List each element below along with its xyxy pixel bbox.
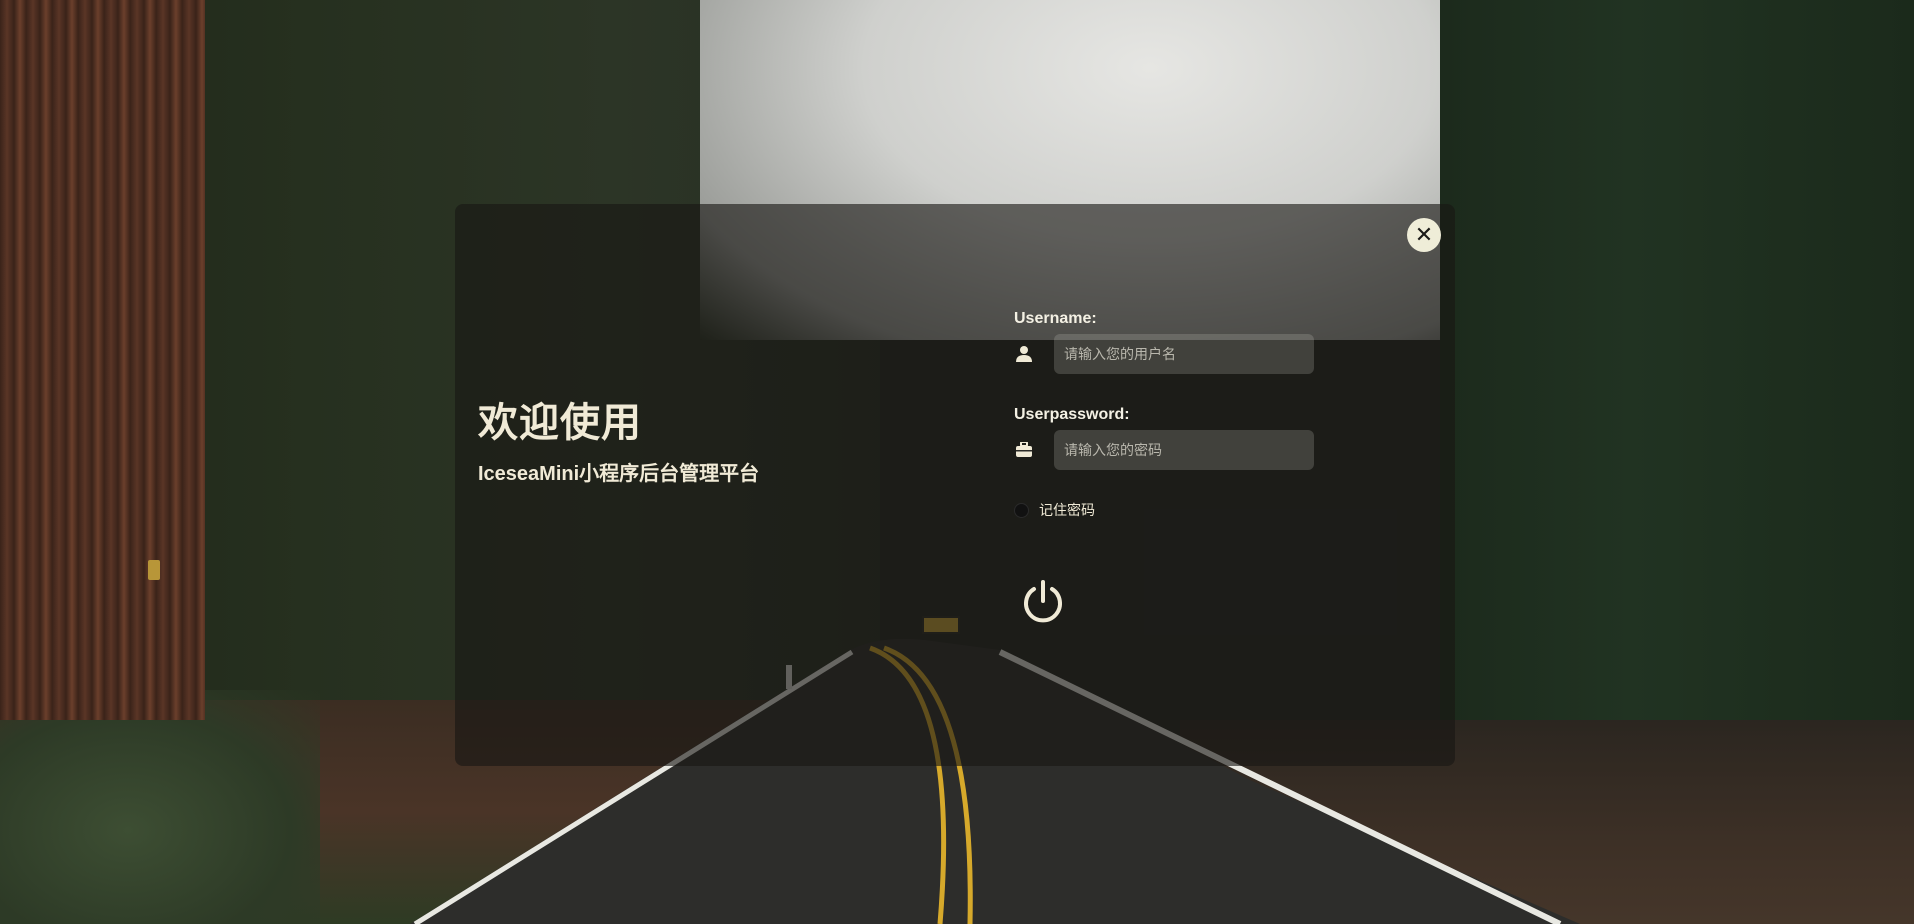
power-icon bbox=[1024, 580, 1062, 623]
close-icon: ✕ bbox=[1414, 222, 1434, 247]
platform-subtitle: IceseaMini小程序后台管理平台 bbox=[478, 463, 760, 485]
briefcase-icon bbox=[1014, 440, 1034, 460]
password-label: Userpassword: bbox=[1014, 406, 1130, 423]
remember-label: 记住密码 bbox=[1039, 502, 1095, 518]
remember-radio[interactable] bbox=[1014, 502, 1029, 518]
username-label: Username: bbox=[1014, 310, 1097, 327]
password-row bbox=[1014, 430, 1334, 470]
user-icon bbox=[1014, 344, 1034, 364]
remember-password-option[interactable]: 记住密码 bbox=[1014, 500, 1334, 520]
password-input[interactable] bbox=[1054, 430, 1314, 470]
username-input[interactable] bbox=[1054, 334, 1314, 374]
login-button[interactable] bbox=[1019, 578, 1067, 626]
username-row bbox=[1014, 334, 1334, 374]
login-form: Username: Userpassword: bbox=[1014, 310, 1334, 520]
welcome-title: 欢迎使用 bbox=[478, 401, 642, 445]
close-button[interactable]: ✕ bbox=[1407, 218, 1441, 252]
login-card: ✕ 欢迎使用 IceseaMini小程序后台管理平台 Username: Use… bbox=[455, 204, 1455, 766]
